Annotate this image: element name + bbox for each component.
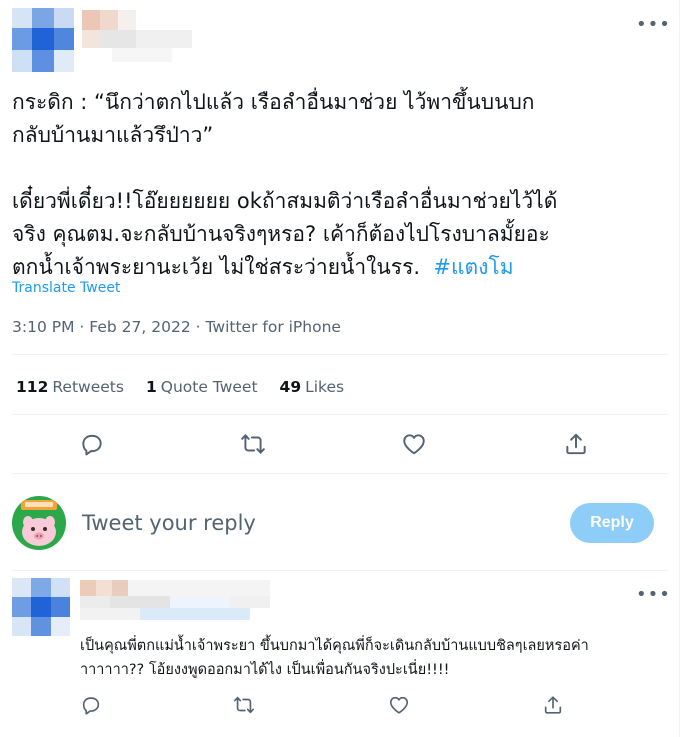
tweet-time[interactable]: 3:10 PM: [12, 318, 74, 336]
likes-label: Likes: [305, 378, 345, 396]
tweet-detail-panel: ••• กระดิก : “นึกว่าตกไปแล้ว เรือลำอื่นม…: [0, 0, 680, 737]
reply-text: เป็นคุณพี่ตกแม่น้ำเจ้าพระยา ขึ้นบกมาได้ค…: [80, 634, 670, 682]
tweet-line: ตกน้ำเจ้าพระยานะเว้ย ไม่ใช่สระว่ายน้ำในร…: [12, 255, 421, 279]
divider: [12, 414, 668, 415]
reply-icon[interactable]: [79, 431, 105, 457]
tweet-text: กระดิก : “นึกว่าตกไปแล้ว เรือลำอื่นมาช่ว…: [12, 86, 662, 284]
tweet-meta: 3:10 PM · Feb 27, 2022 · Twitter for iPh…: [12, 318, 341, 336]
heart-icon[interactable]: [388, 694, 410, 716]
tweet-source[interactable]: Twitter for iPhone: [206, 318, 341, 336]
retweets-label: Retweets: [52, 378, 124, 396]
retweets-count: 112: [16, 378, 49, 396]
tweet-actions: [0, 431, 680, 461]
reply-author-avatar[interactable]: [12, 578, 70, 636]
tweet-line: จริง คุณตม.จะกลับบ้านจริงๆหรอ? เค้าก็ต้อ…: [12, 222, 550, 246]
more-icon[interactable]: •••: [636, 16, 671, 34]
author-name[interactable]: [82, 10, 192, 62]
translate-tweet-link[interactable]: Translate Tweet: [12, 280, 120, 296]
reply-button[interactable]: Reply: [570, 503, 654, 543]
divider: [12, 570, 668, 571]
reply-input[interactable]: Tweet your reply: [82, 511, 256, 535]
tweet-stats: 112 Retweets 1 Quote Tweet 49 Likes: [16, 378, 344, 396]
likes-stat[interactable]: 49 Likes: [280, 378, 345, 396]
meta-separator: ·: [79, 318, 85, 336]
likes-count: 49: [279, 378, 302, 396]
heart-icon[interactable]: [401, 431, 427, 457]
reply-line: าาาาาา?? โอ้ยงงพูดออกมาได้ไง เป็นเพื่อนก…: [80, 662, 450, 678]
divider: [12, 473, 668, 474]
reply-author-name[interactable]: [80, 580, 270, 624]
tweet-line: เดี๋ยวพี่เดี๋ยว!!โอ๊ยยยยยย okถ้าสมมติว่า…: [12, 189, 558, 213]
quotes-count: 1: [145, 378, 157, 396]
current-user-avatar[interactable]: [12, 496, 66, 550]
reply-line: เป็นคุณพี่ตกแม่น้ำเจ้าพระยา ขึ้นบกมาได้ค…: [80, 638, 589, 654]
reply-icon[interactable]: [80, 694, 102, 716]
tweet-line: กระดิก : “นึกว่าตกไปแล้ว เรือลำอื่นมาช่ว…: [12, 90, 535, 114]
meta-separator: ·: [195, 318, 201, 336]
more-icon[interactable]: •••: [636, 586, 671, 604]
divider: [12, 354, 668, 355]
retweet-icon[interactable]: [233, 694, 255, 716]
tweet-date[interactable]: Feb 27, 2022: [89, 318, 190, 336]
share-icon[interactable]: [542, 694, 564, 716]
retweet-icon[interactable]: [240, 431, 266, 457]
hashtag-link[interactable]: #แตงโม: [433, 255, 513, 279]
quotes-stat[interactable]: 1 Quote Tweet: [146, 378, 258, 396]
share-icon[interactable]: [563, 431, 589, 457]
tweet-line: กลับบ้านมาแล้วรึป่าว”: [12, 123, 214, 147]
author-avatar[interactable]: [12, 8, 74, 72]
retweets-stat[interactable]: 112 Retweets: [16, 378, 124, 396]
quotes-label: Quote Tweet: [160, 378, 258, 396]
